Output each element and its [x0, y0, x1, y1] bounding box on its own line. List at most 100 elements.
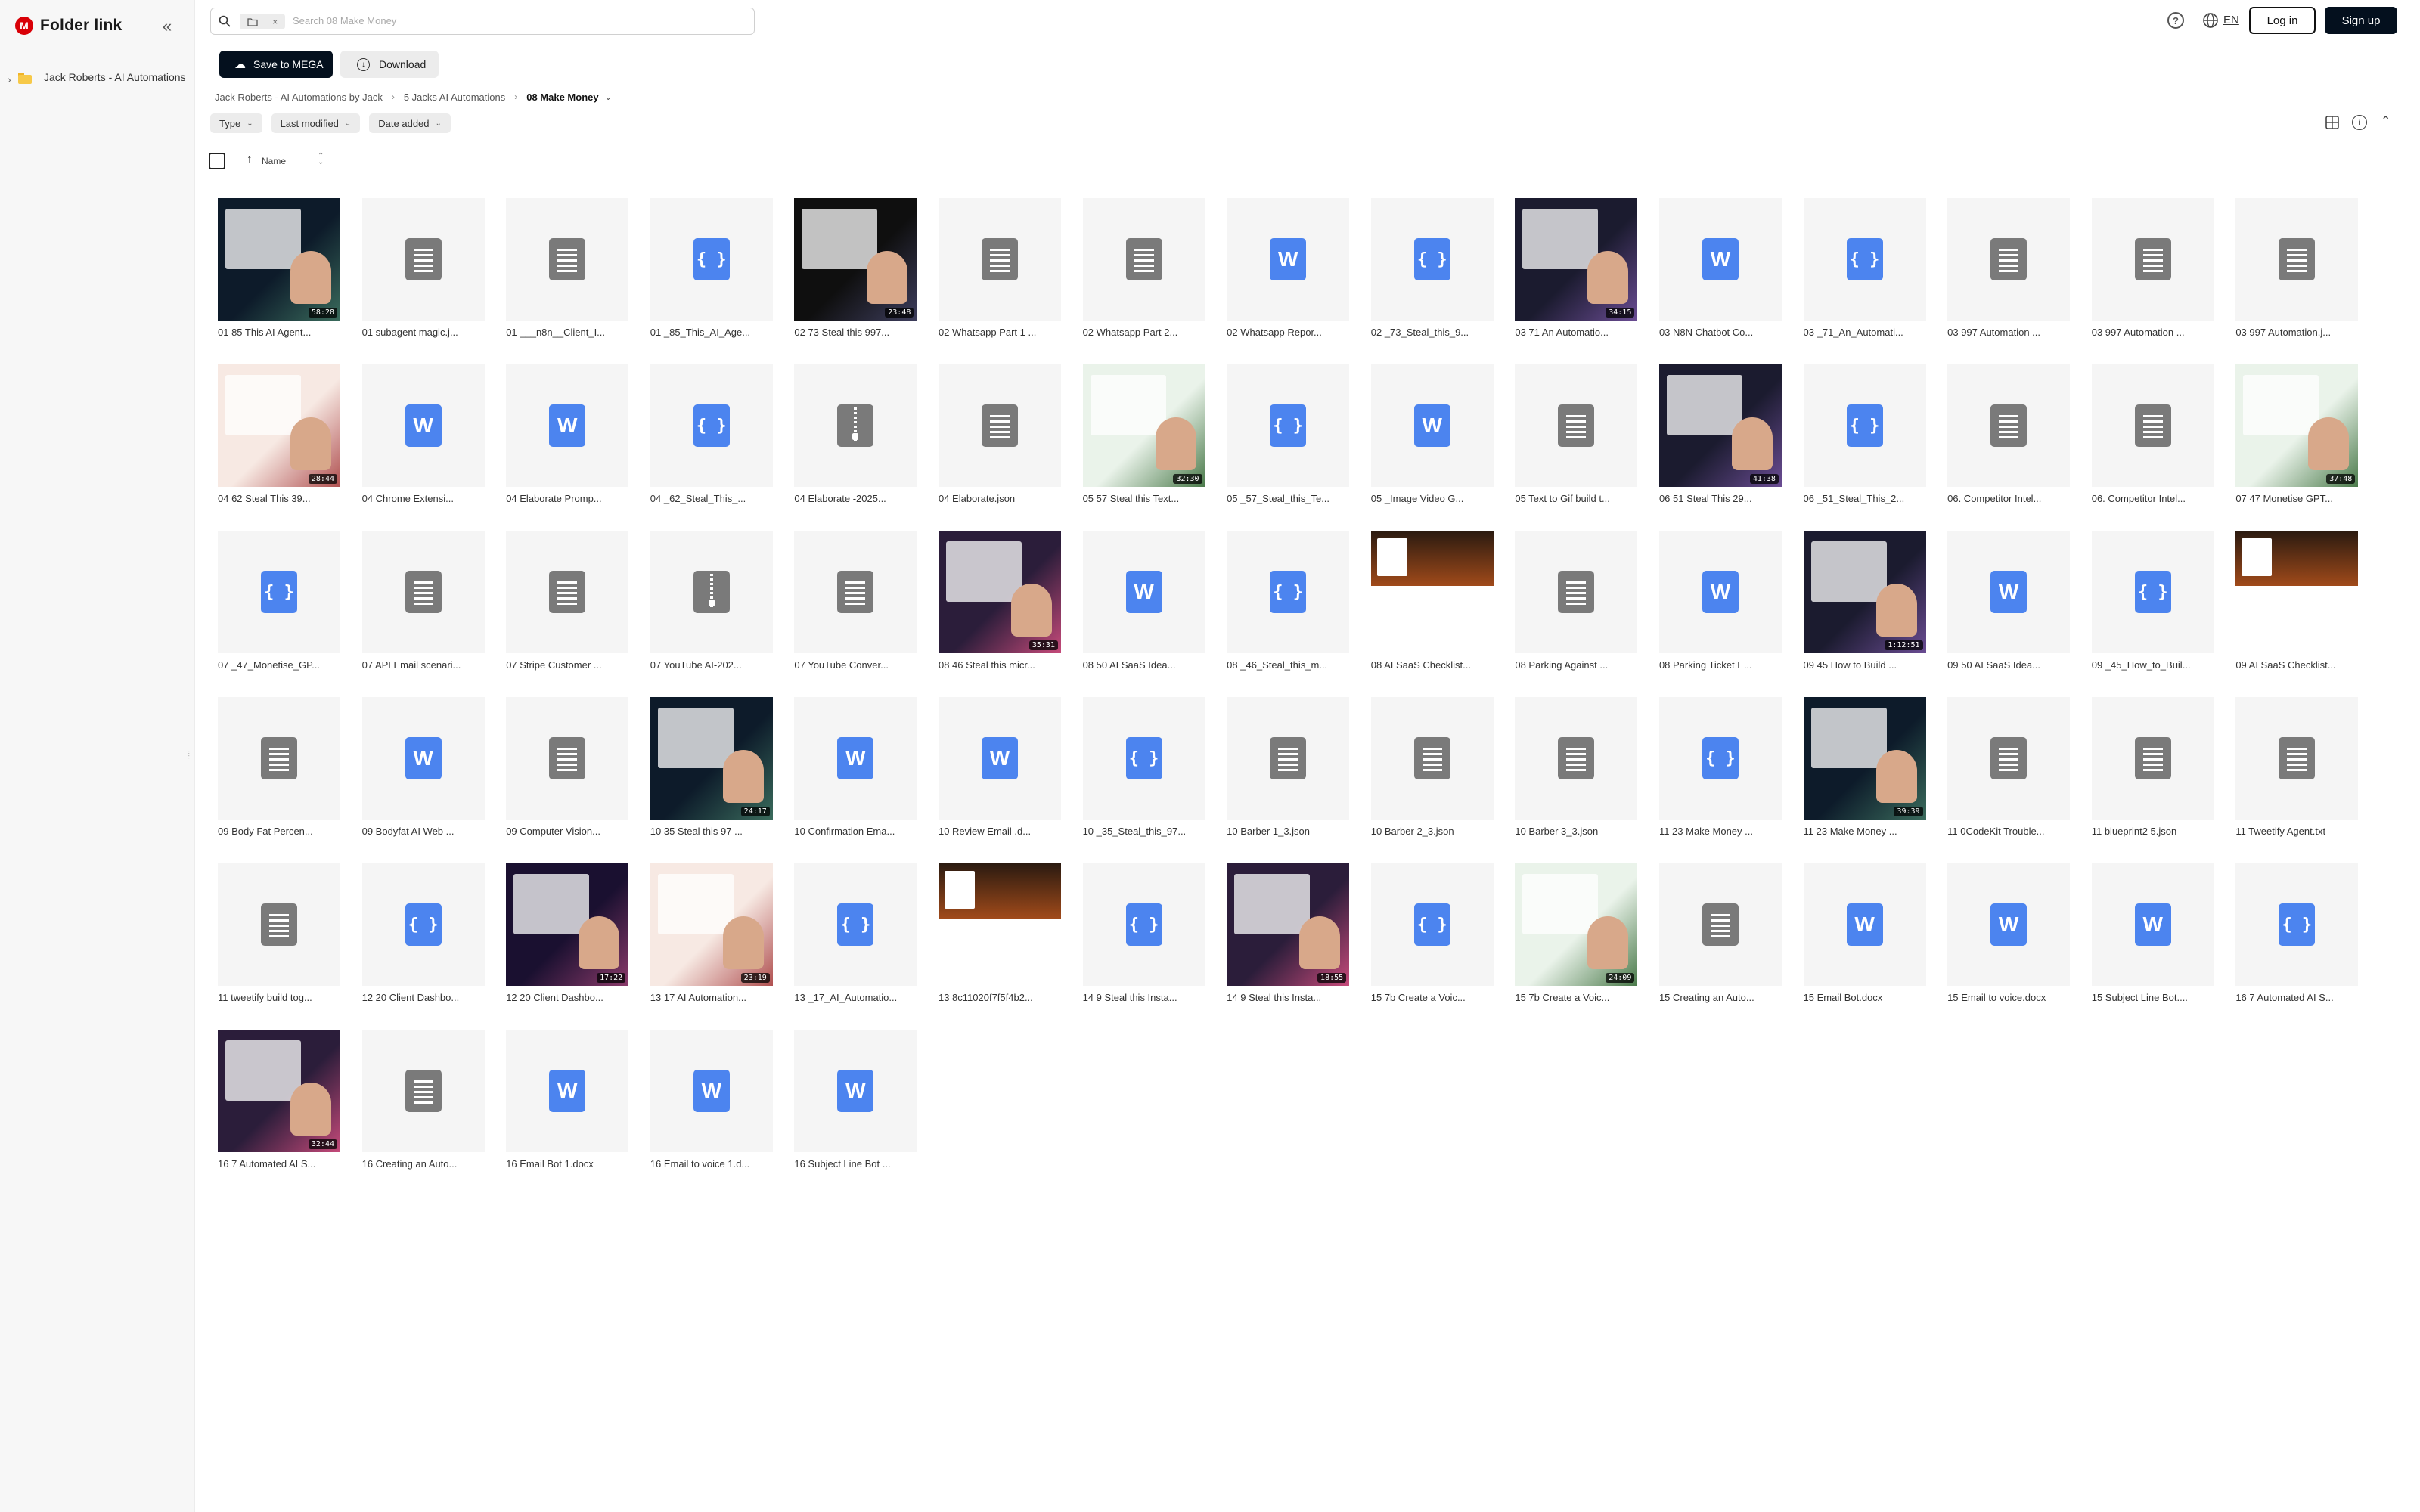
file-thumbnail[interactable] — [361, 1030, 485, 1152]
search-scope-chip[interactable]: × — [240, 14, 285, 29]
file-tile[interactable]: W 15 Subject Line Bot.... — [2091, 863, 2214, 1003]
file-thumbnail[interactable]: 32:30 — [1082, 364, 1205, 487]
file-thumbnail[interactable]: { } — [1370, 198, 1494, 321]
file-tile[interactable]: { } 11 23 Make Money ... — [1658, 697, 1782, 837]
file-tile[interactable]: 13 8c11020f7f5f4b2... — [938, 863, 1061, 1003]
file-thumbnail[interactable]: { } — [1803, 198, 1926, 321]
sort-ascending-icon[interactable]: ↑ — [247, 153, 253, 166]
file-thumbnail[interactable]: W — [1658, 531, 1782, 653]
file-thumbnail[interactable] — [2235, 198, 2359, 321]
file-tile[interactable]: 07 API Email scenari... — [361, 531, 485, 671]
file-tile[interactable]: W 16 Subject Line Bot ... — [794, 1030, 917, 1170]
file-tile[interactable]: 04 Elaborate -2025... — [794, 364, 917, 504]
file-thumbnail[interactable]: W — [506, 1030, 629, 1152]
file-tile[interactable]: W 15 Email to voice.docx — [1947, 863, 2071, 1003]
file-tile[interactable]: 04 Elaborate.json — [938, 364, 1061, 504]
file-thumbnail[interactable] — [361, 531, 485, 653]
file-tile[interactable]: 39:39 11 23 Make Money ... — [1803, 697, 1926, 837]
file-tile[interactable]: 17:22 12 20 Client Dashbo... — [506, 863, 629, 1003]
file-thumbnail[interactable]: { } — [1082, 697, 1205, 820]
file-tile[interactable]: { } 08 _46_Steal_this_m... — [1227, 531, 1350, 671]
file-tile[interactable]: 03 997 Automation.j... — [2235, 198, 2359, 338]
file-thumbnail[interactable]: W — [1947, 863, 2071, 986]
file-thumbnail[interactable] — [506, 697, 629, 820]
file-tile[interactable]: W 09 50 AI SaaS Idea... — [1947, 531, 2071, 671]
file-tile[interactable]: 11 tweetify build tog... — [218, 863, 340, 1003]
file-thumbnail[interactable] — [794, 531, 917, 653]
breadcrumb-current[interactable]: 08 Make Money — [526, 91, 598, 103]
file-thumbnail[interactable]: { } — [1803, 364, 1926, 487]
file-thumbnail[interactable] — [1515, 697, 1638, 820]
file-tile[interactable]: 09 Computer Vision... — [506, 697, 629, 837]
select-all-checkbox[interactable] — [209, 153, 225, 169]
file-thumbnail[interactable] — [1947, 364, 2071, 487]
file-thumbnail[interactable]: W — [1227, 198, 1350, 321]
file-thumbnail[interactable] — [1370, 697, 1494, 820]
file-tile[interactable]: W 03 N8N Chatbot Co... — [1658, 198, 1782, 338]
file-tile[interactable]: { } 04 _62_Steal_This_... — [650, 364, 773, 504]
file-thumbnail[interactable]: 1:12:51 — [1803, 531, 1926, 653]
file-thumbnail[interactable]: { } — [650, 198, 773, 321]
file-thumbnail[interactable] — [1082, 198, 1205, 321]
file-tile[interactable]: 05 Text to Gif build t... — [1515, 364, 1638, 504]
download-button[interactable]: ↓ Download — [340, 51, 439, 78]
chevron-right-icon[interactable]: › — [8, 73, 11, 85]
file-tile[interactable]: W 08 50 AI SaaS Idea... — [1082, 531, 1205, 671]
filter-type[interactable]: Type ⌄ — [210, 113, 262, 133]
file-thumbnail[interactable]: 34:15 — [1515, 198, 1638, 321]
chevrons-up-icon[interactable]: ⌃ — [2381, 113, 2391, 129]
file-tile[interactable]: { } 16 7 Automated AI S... — [2235, 863, 2359, 1003]
column-header-name[interactable]: Name — [262, 156, 286, 166]
file-tile[interactable]: 37:48 07 47 Monetise GPT... — [2235, 364, 2359, 504]
file-thumbnail[interactable]: W — [650, 1030, 773, 1152]
sidebar-resize-handle[interactable]: ⦙ — [188, 748, 190, 761]
file-thumbnail[interactable]: W — [2091, 863, 2214, 986]
file-thumbnail[interactable]: 24:17 — [650, 697, 773, 820]
file-thumbnail[interactable]: W — [794, 697, 917, 820]
file-thumbnail[interactable]: W — [1947, 531, 2071, 653]
file-tile[interactable]: 10 Barber 1_3.json — [1227, 697, 1350, 837]
file-thumbnail[interactable]: { } — [361, 863, 485, 986]
file-thumbnail[interactable]: W — [1370, 364, 1494, 487]
help-icon[interactable]: ? — [2167, 12, 2184, 29]
file-tile[interactable]: 28:44 04 62 Steal This 39... — [218, 364, 340, 504]
file-tile[interactable]: { } 06 _51_Steal_This_2... — [1803, 364, 1926, 504]
file-thumbnail[interactable]: { } — [2235, 863, 2359, 986]
file-tile[interactable]: 03 997 Automation ... — [1947, 198, 2071, 338]
file-thumbnail[interactable] — [650, 531, 773, 653]
file-tile[interactable]: 09 AI SaaS Checklist... — [2235, 531, 2359, 671]
file-tile[interactable]: 23:19 13 17 AI Automation... — [650, 863, 773, 1003]
file-tile[interactable]: 23:48 02 73 Steal this 997... — [794, 198, 917, 338]
file-thumbnail[interactable] — [1227, 697, 1350, 820]
file-tile[interactable]: 16 Creating an Auto... — [361, 1030, 485, 1170]
file-thumbnail[interactable]: 28:44 — [218, 364, 340, 487]
file-tile[interactable]: { } 01 _85_This_AI_Age... — [650, 198, 773, 338]
file-thumbnail[interactable] — [938, 863, 1061, 986]
file-tile[interactable]: 01 ___n8n__Client_I... — [506, 198, 629, 338]
login-button[interactable]: Log in — [2249, 7, 2316, 34]
file-thumbnail[interactable] — [1370, 531, 1494, 653]
file-thumbnail[interactable]: W — [361, 364, 485, 487]
file-thumbnail[interactable]: 32:44 — [218, 1030, 340, 1152]
file-tile[interactable]: 06. Competitor Intel... — [2091, 364, 2214, 504]
file-thumbnail[interactable]: { } — [2091, 531, 2214, 653]
search-box[interactable]: × Search 08 Make Money — [210, 8, 755, 35]
file-tile[interactable]: W 08 Parking Ticket E... — [1658, 531, 1782, 671]
file-thumbnail[interactable] — [1515, 531, 1638, 653]
file-tile[interactable]: 10 Barber 2_3.json — [1370, 697, 1494, 837]
file-thumbnail[interactable]: 37:48 — [2235, 364, 2359, 487]
file-tile[interactable]: 18:55 14 9 Steal this Insta... — [1227, 863, 1350, 1003]
file-thumbnail[interactable]: { } — [1370, 863, 1494, 986]
file-thumbnail[interactable] — [1947, 198, 2071, 321]
breadcrumb-item[interactable]: Jack Roberts - AI Automations by Jack — [215, 91, 383, 103]
file-tile[interactable]: W 16 Email Bot 1.docx — [506, 1030, 629, 1170]
file-thumbnail[interactable] — [1947, 697, 2071, 820]
file-thumbnail[interactable] — [1515, 364, 1638, 487]
file-tile[interactable]: 11 Tweetify Agent.txt — [2235, 697, 2359, 837]
file-thumbnail[interactable]: { } — [794, 863, 917, 986]
file-tile[interactable]: 02 Whatsapp Part 2... — [1082, 198, 1205, 338]
chip-close-icon[interactable]: × — [272, 17, 278, 27]
file-tile[interactable]: W 10 Review Email .d... — [938, 697, 1061, 837]
file-tile[interactable]: 09 Body Fat Percen... — [218, 697, 340, 837]
file-thumbnail[interactable]: { } — [650, 364, 773, 487]
